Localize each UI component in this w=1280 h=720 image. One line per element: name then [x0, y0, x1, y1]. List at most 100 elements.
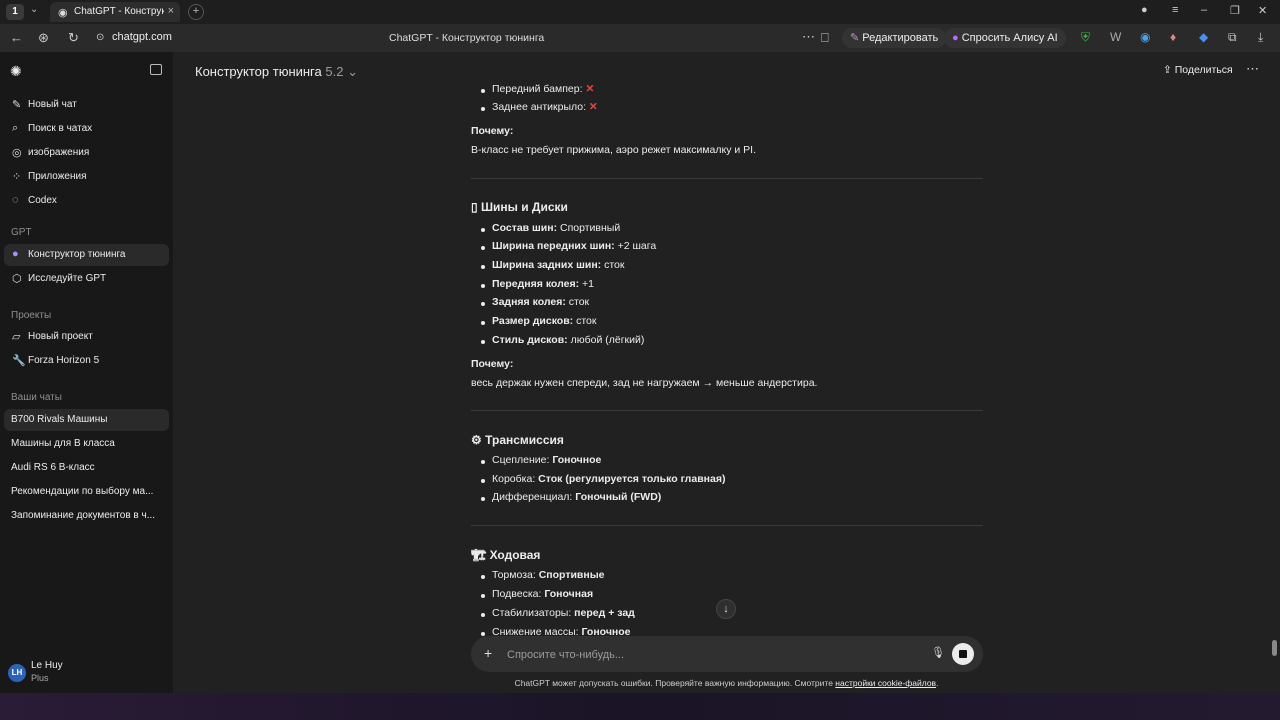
section-heading: ▯ Шины и Диски: [471, 200, 568, 214]
sidebar: ✺ ✎ Новый чат ⌕ Поиск в чатах ◎ изображе…: [0, 52, 173, 693]
arrow-down-icon: ↓: [723, 603, 729, 615]
minimize-icon[interactable]: –: [1201, 4, 1207, 16]
new-tab-button[interactable]: +: [188, 4, 204, 20]
list-item: Передняя колея: +1: [492, 278, 594, 290]
browser-address-bar: ← ⊛ ↻ ⊙ chatgpt.com ChatGPT - Конструкто…: [0, 24, 1280, 52]
shield-icon[interactable]: ⊛: [38, 30, 49, 46]
microphone-icon[interactable]: 🎙: [931, 646, 945, 659]
download-icon[interactable]: ⤓: [1258, 30, 1263, 45]
chat-item[interactable]: B700 Rivals Машины: [4, 409, 169, 431]
collections-icon[interactable]: ⧉: [1228, 30, 1237, 45]
list-item: Стиль дисков: любой (лёгкий): [492, 334, 645, 346]
maximize-icon[interactable]: ❐: [1230, 4, 1240, 17]
url-field[interactable]: chatgpt.com: [112, 31, 172, 43]
gpt-section-header: GPT: [11, 227, 32, 238]
stop-generating-button[interactable]: [952, 643, 974, 665]
bullet: [481, 340, 485, 344]
sidebar-item-images[interactable]: ◎ изображения: [4, 142, 169, 164]
bullet: [481, 265, 485, 269]
cross-mark-icon: ✕: [585, 83, 595, 95]
divider: [471, 410, 983, 411]
why-label: Почему:: [471, 125, 514, 137]
sidebar-item-tuning-builder[interactable]: ● Конструктор тюнинга: [4, 244, 169, 266]
user-name: Le Huy: [31, 660, 63, 671]
cube-icon: ⬡: [12, 273, 22, 285]
bullet: [481, 575, 485, 579]
search-icon: ⌕: [12, 122, 19, 134]
apps-grid-icon: ⁘: [12, 171, 22, 183]
browser-tab[interactable]: ◉ ChatGPT - Конструктор т ×: [50, 2, 180, 22]
tab-title: ChatGPT - Конструктор т: [74, 6, 164, 17]
sidebar-item-forza[interactable]: 🔧 Forza Horizon 5: [4, 350, 169, 372]
chatgpt-favicon-icon: ◉: [58, 7, 68, 19]
scroll-down-button[interactable]: ↓: [716, 599, 736, 619]
list-item: Задняя колея: сток: [492, 296, 590, 308]
chat-message: Передний бампер: ✕ Заднее антикрыло: ✕ П…: [471, 52, 983, 640]
sidebar-item-new-project[interactable]: ▱ Новый проект: [4, 326, 169, 348]
model-selector[interactable]: Конструктор тюнинга 5.2 ⌄: [195, 64, 358, 80]
main-area: Конструктор тюнинга 5.2 ⌄ ⇪ Поделиться ⋯…: [173, 52, 1280, 693]
chat-item[interactable]: Машины для В класса: [4, 433, 169, 455]
chats-section-header: Ваши чаты: [11, 392, 62, 403]
wrench-icon: 🔧: [12, 355, 26, 367]
folder-plus-icon: ▱: [12, 331, 21, 343]
sidebar-item-explore-gpts[interactable]: ⬡ Исследуйте GPT: [4, 268, 169, 290]
bullet: [481, 228, 485, 232]
reload-icon[interactable]: ↻: [68, 30, 79, 46]
sidebar-item-codex[interactable]: ◌ Codex: [4, 190, 169, 212]
list-item: Тормоза: Спортивные: [492, 569, 605, 581]
compose-icon: ✎: [12, 99, 22, 111]
share-button[interactable]: ⇪ Поделиться: [1163, 64, 1233, 76]
share-icon: ⇪: [1163, 64, 1175, 76]
sidebar-item-search[interactable]: ⌕ Поиск в чатах: [4, 118, 169, 140]
profile-avatar-icon[interactable]: ●: [1141, 4, 1148, 16]
bookmark-icon[interactable]: ⎕: [821, 30, 829, 46]
list-item: Заднее антикрыло: ✕: [492, 101, 598, 113]
list-item: Коробка: Сток (регулируется только главн…: [492, 473, 726, 485]
list-item: Ширина передних шин: +2 шага: [492, 240, 657, 252]
workspace-badge[interactable]: 1: [6, 4, 24, 20]
bullet: [481, 302, 485, 306]
bullet: [481, 321, 485, 325]
sidebar-toggle-icon[interactable]: [150, 64, 162, 75]
close-window-icon[interactable]: ✕: [1258, 4, 1267, 17]
lock-icon[interactable]: ⊙: [96, 32, 104, 43]
close-tab-icon[interactable]: ×: [168, 5, 174, 17]
wikipedia-icon[interactable]: W: [1110, 30, 1121, 44]
plus-icon[interactable]: +: [484, 645, 492, 661]
sidebar-item-new-chat[interactable]: ✎ Новый чат: [4, 94, 169, 116]
adblock-shield-icon[interactable]: ⛨: [1081, 30, 1090, 45]
cross-mark-icon: ✕: [588, 101, 598, 113]
why-text: B-класс не требует прижима, аэро режет м…: [471, 144, 756, 156]
message-input[interactable]: [505, 645, 889, 665]
tire-icon: ▯: [471, 200, 478, 214]
cookie-settings-link[interactable]: настройки cookie-файлов: [835, 678, 936, 688]
chat-item[interactable]: Audi RS 6 В-класс: [4, 457, 169, 479]
more-dots-icon[interactable]: ⋯: [802, 29, 815, 45]
menu-icon[interactable]: ≡: [1172, 4, 1178, 16]
edit-button[interactable]: ✎ Редактировать: [842, 28, 947, 48]
chevron-down-icon[interactable]: ⌄: [30, 4, 38, 15]
extension-icon[interactable]: ◉: [1140, 30, 1150, 44]
pen-icon: ✎: [850, 32, 863, 44]
chat-item[interactable]: Запоминание документов в ч...: [4, 505, 169, 527]
bullet: [481, 89, 485, 93]
extension-icon[interactable]: ♦: [1170, 30, 1176, 44]
scrollbar-thumb[interactable]: [1272, 640, 1277, 656]
projects-section-header: Проекты: [11, 310, 52, 321]
openai-logo-icon[interactable]: ✺: [10, 63, 22, 80]
extension-icon[interactable]: ◆: [1199, 30, 1208, 44]
sidebar-item-apps[interactable]: ⁘ Приложения: [4, 166, 169, 188]
list-item: Передний бампер: ✕: [492, 83, 595, 95]
chat-item[interactable]: Рекомендации по выбору ма...: [4, 481, 169, 503]
more-options-icon[interactable]: ⋯: [1246, 61, 1259, 77]
bullet: [481, 284, 485, 288]
composer: + 🎙: [471, 636, 983, 672]
ask-alice-button[interactable]: ● Спросить Алису AI: [944, 28, 1066, 48]
gear-icon: ⚙: [471, 433, 482, 447]
divider: [471, 525, 983, 526]
back-icon[interactable]: ←: [10, 30, 23, 45]
bullet: [481, 497, 485, 501]
bullet: [481, 594, 485, 598]
list-item: Стабилизаторы: перед + зад: [492, 607, 635, 619]
